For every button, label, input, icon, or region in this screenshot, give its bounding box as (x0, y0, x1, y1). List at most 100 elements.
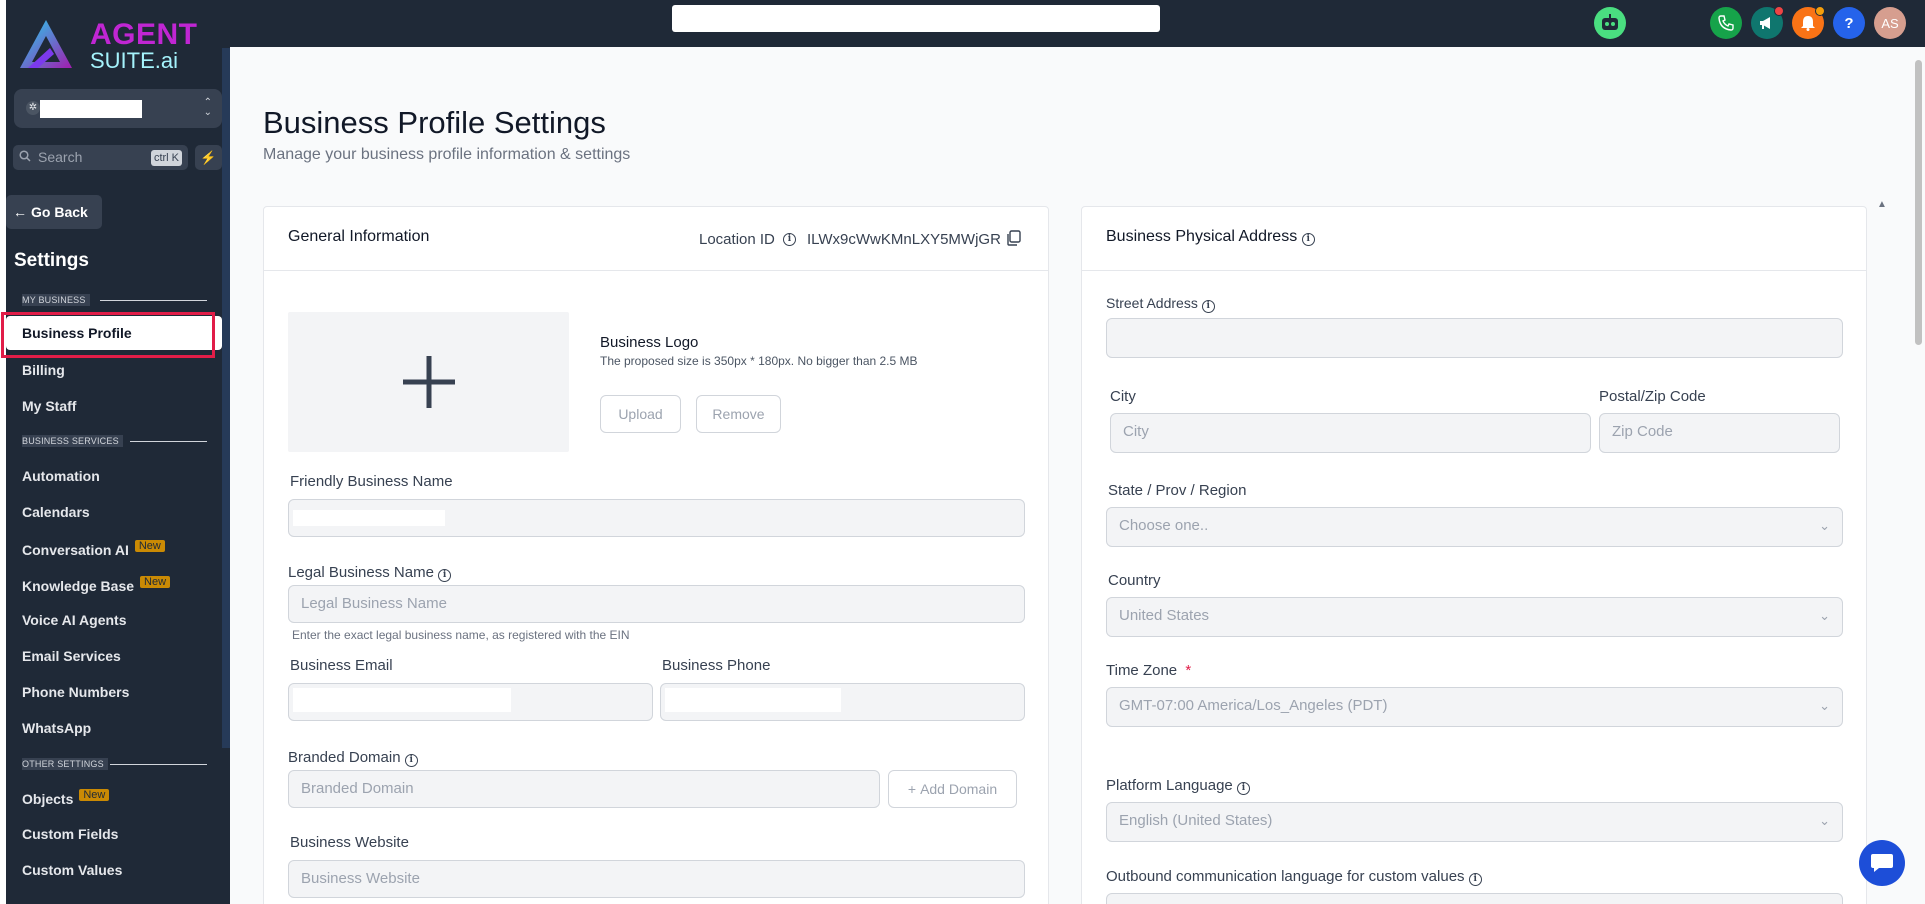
sidebar-edge (0, 0, 6, 904)
state-select[interactable]: Choose one.. ⌄ (1106, 507, 1843, 547)
sidebar-item-label: Objects (22, 791, 74, 807)
street-address-label-text: Street Address (1106, 295, 1198, 311)
redacted-value (293, 510, 445, 526)
sidebar-item-conversation-ai[interactable]: Conversation AI New (22, 540, 165, 558)
chevron-down-icon: ⌄ (1819, 608, 1830, 623)
country-select[interactable]: United States ⌄ (1106, 597, 1843, 637)
global-search-redacted[interactable] (672, 5, 1160, 32)
app-logo[interactable]: AGENT SUITE.ai (20, 16, 220, 76)
quick-actions-button[interactable]: ⚡ (195, 145, 222, 170)
copy-icon[interactable] (1006, 230, 1021, 251)
sidebar-item-whatsapp[interactable]: WhatsApp (22, 720, 91, 736)
sidebar: AGENT SUITE.ai ✲ ⌃ ⌄ Search ctrl K ⚡ ← Go… (0, 0, 230, 904)
help-icon[interactable]: ? (1833, 7, 1865, 39)
city-label: City (1110, 388, 1136, 405)
state-label: State / Prov / Region (1108, 482, 1247, 499)
section-label-business-services: BUSINESS SERVICES (22, 435, 123, 447)
business-logo-hint: The proposed size is 350px * 180px. No b… (600, 354, 918, 368)
sidebar-scrollbar[interactable] (222, 48, 230, 748)
section-divider (100, 300, 207, 301)
logo-upload-dropzone[interactable] (288, 312, 569, 452)
legal-name-input[interactable]: Legal Business Name (288, 585, 1025, 623)
info-icon[interactable]: i (1301, 233, 1315, 246)
remove-button[interactable]: Remove (696, 395, 781, 433)
zip-input[interactable]: Zip Code (1599, 413, 1840, 453)
logo-text-suite: SUITE.ai (90, 48, 179, 73)
section-divider (130, 441, 207, 442)
outbound-language-select[interactable] (1106, 893, 1843, 904)
location-icon: ✲ (26, 101, 40, 115)
chevron-down-icon: ⌄ (1819, 813, 1830, 828)
business-email-input[interactable] (288, 683, 653, 721)
country-value: United States (1119, 607, 1210, 624)
location-name-redacted (40, 100, 142, 118)
sidebar-item-objects[interactable]: Objects New (22, 789, 110, 807)
avatar-initials: AS (1881, 15, 1899, 31)
business-email-label: Business Email (290, 657, 393, 674)
search-placeholder: Search (38, 149, 83, 165)
phone-icon[interactable] (1710, 7, 1742, 39)
sidebar-item-custom-fields[interactable]: Custom Fields (22, 826, 118, 842)
sidebar-item-voice-ai-agents[interactable]: Voice AI Agents (22, 612, 127, 628)
card-title-text: Business Physical Address (1106, 228, 1298, 245)
sidebar-item-billing[interactable]: Billing (22, 362, 65, 378)
timezone-select[interactable]: GMT-07:00 America/Los_Angeles (PDT) ⌄ (1106, 687, 1843, 727)
sidebar-item-phone-numbers[interactable]: Phone Numbers (22, 684, 129, 700)
country-label: Country (1108, 572, 1161, 589)
bolt-icon: ⚡ (200, 150, 217, 165)
business-address-card: Business Physical Address i Street Addre… (1081, 206, 1867, 904)
business-phone-input[interactable] (660, 683, 1025, 721)
section-label-my-business: MY BUSINESS (22, 294, 90, 306)
legal-name-label: Legal Business Name i (288, 564, 452, 582)
required-marker: * (1185, 662, 1192, 679)
info-icon[interactable]: i (1201, 300, 1215, 313)
platform-language-select[interactable]: English (United States) ⌄ (1106, 802, 1843, 842)
info-icon[interactable]: i (1236, 782, 1250, 795)
timezone-label: Time Zone * (1106, 662, 1191, 679)
sidebar-search[interactable]: Search ctrl K (13, 145, 188, 170)
info-icon[interactable]: i (1468, 873, 1482, 886)
go-back-label: Go Back (31, 204, 88, 220)
logo-text-agent: AGENT (90, 18, 198, 51)
section-divider (110, 764, 207, 765)
info-icon[interactable]: i (404, 754, 418, 767)
robot-icon[interactable] (1594, 7, 1626, 39)
friendly-name-input[interactable] (288, 499, 1025, 537)
upload-button[interactable]: Upload (600, 395, 681, 433)
city-input[interactable]: City (1110, 413, 1591, 453)
notification-dot (1815, 6, 1825, 16)
sidebar-item-automation[interactable]: Automation (22, 468, 100, 484)
sidebar-item-custom-values[interactable]: Custom Values (22, 862, 122, 878)
timezone-value: GMT-07:00 America/Los_Angeles (PDT) (1119, 697, 1388, 714)
plus-icon (402, 356, 455, 408)
info-icon[interactable]: i (438, 569, 452, 582)
street-address-input[interactable] (1106, 318, 1843, 358)
add-domain-button[interactable]: + Add Domain (888, 770, 1017, 808)
new-badge: New (134, 540, 165, 552)
info-icon[interactable]: i (783, 233, 796, 246)
legal-name-help: Enter the exact legal business name, as … (292, 628, 630, 642)
go-back-button[interactable]: ← Go Back (6, 195, 102, 229)
top-bar: ? AS (230, 0, 1925, 47)
sidebar-item-my-staff[interactable]: My Staff (22, 398, 76, 414)
bell-icon[interactable] (1792, 6, 1825, 39)
main-scrollbar[interactable] (1915, 60, 1922, 345)
branded-domain-input[interactable]: Branded Domain (288, 770, 880, 808)
sidebar-item-calendars[interactable]: Calendars (22, 504, 90, 520)
avatar[interactable]: AS (1874, 7, 1906, 39)
redacted-value (293, 688, 511, 712)
sidebar-item-email-services[interactable]: Email Services (22, 648, 121, 664)
plus-icon: + (907, 781, 917, 797)
location-switcher[interactable]: ✲ ⌃ ⌄ (14, 89, 222, 128)
help-label: ? (1844, 14, 1854, 32)
sidebar-item-knowledge-base[interactable]: Knowledge Base New (22, 576, 171, 594)
card-title: Business Physical Address i (1106, 228, 1315, 246)
scroll-up-arrow-icon[interactable]: ▲ (1877, 199, 1887, 210)
megaphone-icon[interactable] (1751, 6, 1784, 39)
chat-widget-button[interactable] (1859, 840, 1905, 886)
page-subtitle: Manage your business profile information… (263, 146, 631, 163)
business-website-input[interactable]: Business Website (288, 860, 1025, 898)
general-information-card: General Information Location ID i ILWx9c… (263, 206, 1049, 904)
section-label-other-settings: OTHER SETTINGS (22, 758, 108, 770)
timezone-label-text: Time Zone (1106, 662, 1178, 679)
